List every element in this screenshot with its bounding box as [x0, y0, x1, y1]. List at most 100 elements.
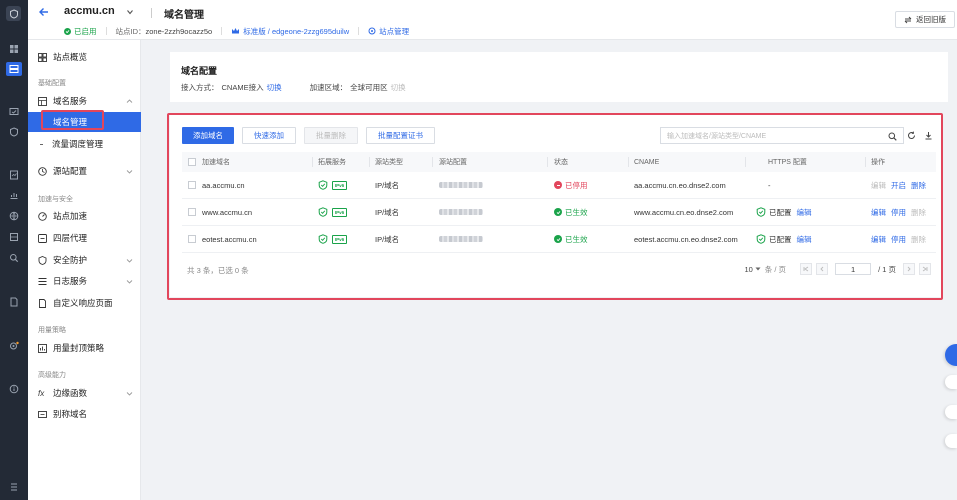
first-page-button[interactable]	[800, 263, 813, 275]
page-icon	[39, 298, 46, 308]
last-page-button[interactable]	[919, 263, 931, 275]
chat-float-button[interactable]	[945, 405, 957, 419]
back-to-old-version-button[interactable]: 返回旧版	[895, 11, 955, 28]
sidebar-item-overview[interactable]: 站点概览	[28, 47, 141, 67]
site-name: accmu.cn	[64, 5, 115, 17]
site-manage-text: 站点管理	[379, 26, 410, 36]
zone-id-label: 站点ID：	[115, 26, 146, 36]
site-switch-chevron-icon[interactable]	[126, 8, 134, 16]
sidebar-item-label: 别称域名	[53, 409, 88, 419]
sidebar-item-origin[interactable]: 源站配置	[28, 161, 141, 181]
sidebar-item-security[interactable]: 安全防护	[28, 250, 141, 270]
back-arrow-icon[interactable]	[38, 6, 50, 18]
search-input[interactable]: 输入加速域名/源站类型/CNAME	[660, 127, 904, 144]
disable-link[interactable]: 停用	[891, 207, 906, 218]
download-icon[interactable]	[924, 131, 933, 140]
sidebar-item-domain-manage[interactable]: 域名管理	[28, 112, 141, 132]
search-rail-icon[interactable]	[6, 251, 22, 265]
status-text: 已停用	[565, 180, 588, 190]
sidebar-item-traffic[interactable]: 流量调度管理	[28, 134, 141, 154]
chart-icon[interactable]	[6, 188, 22, 202]
add-domain-button[interactable]: 添加域名	[182, 127, 234, 144]
site-list-icon[interactable]	[6, 62, 22, 76]
plan-link[interactable]: 标准版 / edgeone-2zzg695duilw	[231, 26, 349, 37]
chevron-left-icon	[820, 266, 824, 272]
row-checkbox[interactable]	[188, 235, 196, 243]
https-edit-link[interactable]: 编辑	[797, 207, 812, 218]
sidebar-item-l4-proxy[interactable]: 四层代理	[28, 228, 141, 248]
prev-page-button[interactable]	[816, 263, 829, 275]
globe-icon[interactable]	[6, 209, 22, 223]
status-text: 已生效	[565, 234, 588, 244]
row-checkbox[interactable]	[188, 208, 196, 216]
next-page-button[interactable]	[903, 263, 915, 275]
tencent-cloud-logo[interactable]	[6, 6, 21, 21]
chevron-up-icon	[126, 98, 133, 103]
edit-link[interactable]: 编辑	[871, 234, 886, 245]
enable-link[interactable]: 开启	[891, 180, 906, 191]
settings-icon[interactable]	[6, 339, 22, 353]
caret-down-icon	[755, 267, 761, 271]
batch-cert-button[interactable]: 批量配置证书	[366, 127, 435, 144]
region-switch-link[interactable]: 切换	[391, 82, 406, 93]
delete-link[interactable]: 删除	[911, 180, 926, 191]
refresh-icon[interactable]	[907, 131, 916, 140]
domain-table: 加速域名 拓展服务 源站类型 源站配置 状态 CNAME HTTPS 配置 操作…	[182, 152, 936, 253]
ipv6-badge: IPv6	[332, 207, 347, 217]
domain-name: aa.accmu.cn	[202, 180, 245, 190]
disable-link[interactable]: 停用	[891, 234, 906, 245]
document-icon[interactable]	[6, 295, 22, 309]
monitor-icon[interactable]	[6, 105, 22, 119]
pagination: 10 条 / 页 1 / 1 页	[744, 262, 931, 276]
zone-id: zone-2zzh9ocazz5o	[145, 26, 213, 36]
page-size-select[interactable]: 10	[744, 265, 761, 274]
access-switch-link[interactable]: 切换	[267, 82, 282, 93]
sidebar-item-label: 站点加速	[53, 211, 88, 221]
sidebar-item-usage-cap[interactable]: 用量封顶策略	[28, 338, 141, 358]
help-float-button[interactable]	[945, 344, 957, 366]
more-float-button[interactable]	[945, 434, 957, 448]
header-extension: 拓展服务	[318, 159, 346, 166]
cname-value: eotest.accmu.cn.eo.dnse2.com	[634, 234, 738, 244]
domain-name: eotest.accmu.cn	[202, 234, 257, 244]
delete-link[interactable]: 删除	[911, 207, 926, 218]
toolbar: 添加域名 快速添加 批量删除 批量配置证书	[182, 127, 435, 144]
collapse-icon[interactable]	[6, 480, 22, 494]
sidebar-item-edge-function[interactable]: fx 边缘函数	[28, 383, 141, 403]
sidebar-item-site-accel[interactable]: 站点加速	[28, 206, 141, 226]
check-circle-icon	[554, 208, 562, 216]
row-checkbox[interactable]	[188, 181, 196, 189]
status-text: 已生效	[565, 207, 588, 217]
select-all-checkbox[interactable]	[188, 158, 196, 166]
edit-link[interactable]: 编辑	[871, 180, 886, 191]
delete-link[interactable]: 删除	[911, 234, 926, 245]
page-number-input[interactable]: 1	[835, 263, 872, 275]
sidebar-item-custom-page[interactable]: 自定义响应页面	[28, 293, 141, 313]
header-cname: CNAME	[634, 158, 660, 166]
quick-add-button[interactable]: 快速添加	[242, 127, 296, 144]
site-manage-link[interactable]: 站点管理	[368, 26, 409, 37]
cname-value: www.accmu.cn.eo.dnse2.com	[634, 207, 734, 217]
https-value: 已配置	[769, 207, 792, 217]
sidebar-item-logs[interactable]: 日志服务	[28, 271, 141, 291]
info-icon[interactable]	[6, 382, 22, 396]
search-icon[interactable]	[888, 132, 897, 141]
region-value: 全球可用区	[350, 83, 388, 92]
ipv6-badge: IPv6	[332, 180, 347, 190]
server-icon[interactable]	[6, 230, 22, 244]
batch-delete-button[interactable]: 批量删除	[304, 127, 358, 144]
table-row: eotest.accmu.cn IPv6 IP/域名 已生效 eotest.ac…	[182, 226, 936, 253]
gear-icon	[368, 27, 376, 35]
sidebar-item-domain-service[interactable]: 域名服务	[28, 91, 141, 111]
total-pages: / 1 页	[878, 264, 896, 274]
sidebar-group-accel: 加速与安全	[38, 196, 73, 203]
sidebar-item-alias-domain[interactable]: 别称域名	[28, 404, 141, 424]
dashboard-icon[interactable]	[6, 42, 22, 56]
https-edit-link[interactable]: 编辑	[797, 234, 812, 245]
edit-link[interactable]: 编辑	[871, 207, 886, 218]
chevron-down-icon	[126, 279, 133, 284]
feedback-float-button[interactable]	[945, 375, 957, 389]
report-icon[interactable]	[6, 168, 22, 182]
chevron-right-icon	[907, 266, 911, 272]
shield-rail-icon[interactable]	[6, 125, 22, 139]
